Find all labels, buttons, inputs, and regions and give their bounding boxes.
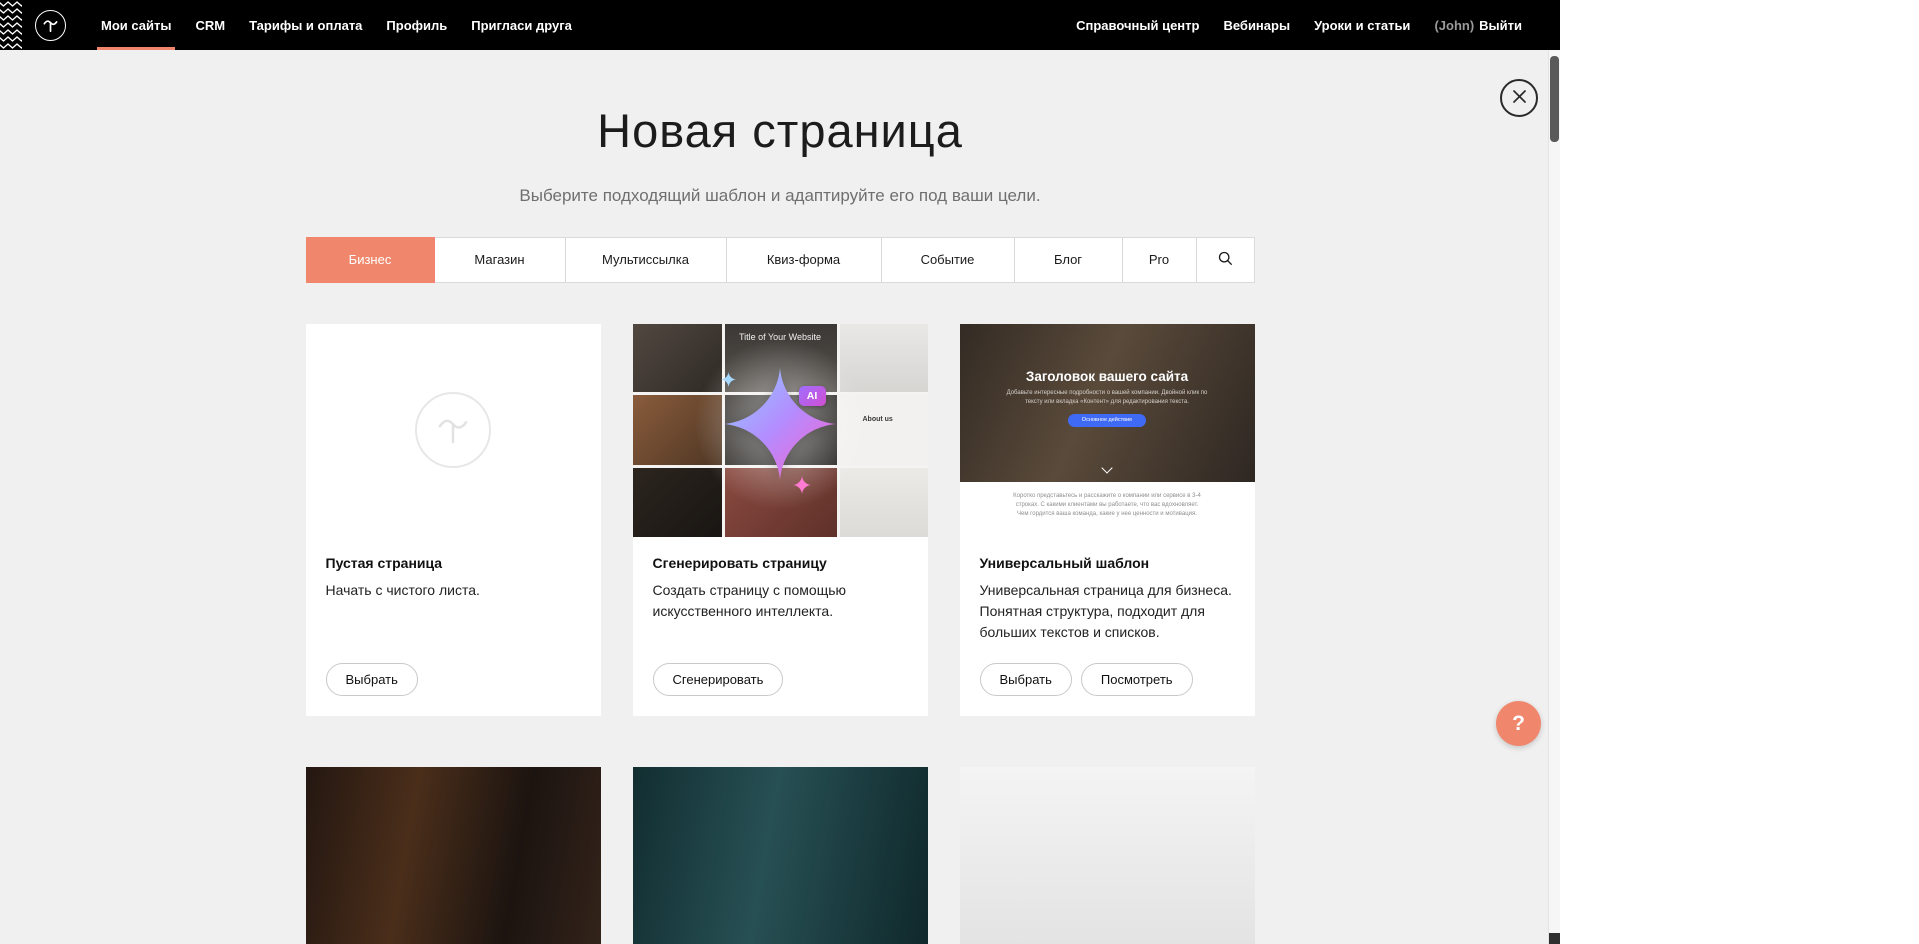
card-description: Создать страницу с помощью искусственног… <box>653 580 908 622</box>
app-viewport: Мои сайты CRM Тарифы и оплата Профиль Пр… <box>0 0 1560 944</box>
template-grid: Пустая страница Начать с чистого листа. … <box>306 324 1255 716</box>
nav-item-lessons[interactable]: Уроки и статьи <box>1314 0 1410 50</box>
page-title: Новая страница <box>0 105 1560 157</box>
template-card-partial[interactable] <box>306 767 601 944</box>
tab-pro[interactable]: Pro <box>1123 237 1197 283</box>
card-actions: Выбрать <box>326 663 581 696</box>
tab-quiz-form[interactable]: Квиз-форма <box>727 237 882 283</box>
search-icon <box>1218 251 1233 269</box>
template-card-ai: Title of Your Website About us <box>633 324 928 716</box>
scrollbar-corner <box>1549 933 1560 944</box>
nav-item-my-sites[interactable]: Мои сайты <box>101 0 171 50</box>
help-button[interactable]: ? <box>1496 701 1541 746</box>
template-hero-section: Заголовок вашего сайта Добавьте интересн… <box>960 324 1255 482</box>
template-card-universal: Заголовок вашего сайта Добавьте интересн… <box>960 324 1255 716</box>
card-title: Универсальный шаблон <box>980 555 1235 571</box>
preview-button[interactable]: Посмотреть <box>1081 663 1193 696</box>
chevron-down-icon <box>1101 462 1112 473</box>
template-hero-cta: Основное действие <box>1068 414 1146 427</box>
template-card-partial[interactable] <box>960 767 1255 944</box>
generate-button[interactable]: Сгенерировать <box>653 663 784 696</box>
tab-business[interactable]: Бизнес <box>306 237 435 283</box>
template-hero-title: Заголовок вашего сайта <box>960 324 1255 384</box>
card-body: Универсальный шаблон Универсальная стран… <box>960 537 1255 716</box>
close-icon <box>1512 89 1527 107</box>
card-title: Пустая страница <box>326 555 581 571</box>
logout-label: Выйти <box>1479 18 1522 33</box>
template-grid-row-2 <box>306 767 1255 944</box>
ai-badge: AI <box>799 386 826 406</box>
template-hero-subtext: Добавьте интересные подробности о вашей … <box>1001 389 1213 407</box>
template-category-tabs: Бизнес Магазин Мультиссылка Квиз-форма С… <box>306 237 1255 283</box>
card-body: Пустая страница Начать с чистого листа. … <box>306 537 601 716</box>
small-sparkle-icon <box>793 476 811 494</box>
nav-item-help-center[interactable]: Справочный центр <box>1076 0 1199 50</box>
choose-button[interactable]: Выбрать <box>980 663 1072 696</box>
template-card-partial[interactable] <box>633 767 928 944</box>
main-nav: Мои сайты CRM Тарифы и оплата Профиль Пр… <box>89 0 584 50</box>
scrollbar-thumb[interactable] <box>1550 56 1559 142</box>
tilda-logo[interactable] <box>35 10 66 41</box>
scrollbar[interactable] <box>1548 0 1560 944</box>
template-about-section: Коротко представьтесь и расскажите о ком… <box>960 492 1255 537</box>
choose-button[interactable]: Выбрать <box>326 663 418 696</box>
card-description: Универсальная страница для бизнеса. Поня… <box>980 580 1235 643</box>
small-sparkle-icon <box>721 372 736 387</box>
card-title: Сгенерировать страницу <box>653 555 908 571</box>
tilda-watermark-icon <box>415 392 491 468</box>
secondary-nav: Справочный центр Вебинары Уроки и статьи… <box>1064 0 1560 50</box>
blank-card-preview <box>306 324 601 537</box>
tab-shop[interactable]: Магазин <box>435 237 566 283</box>
nav-item-profile[interactable]: Профиль <box>386 0 447 50</box>
tab-event[interactable]: Событие <box>882 237 1015 283</box>
tab-multilink[interactable]: Мультиссылка <box>566 237 727 283</box>
card-body: Сгенерировать страницу Создать страницу … <box>633 537 928 716</box>
ai-card-preview: Title of Your Website About us <box>633 324 928 537</box>
close-button[interactable] <box>1500 79 1538 117</box>
card-actions: Сгенерировать <box>653 663 908 696</box>
tab-blog[interactable]: Блог <box>1015 237 1123 283</box>
card-description: Начать с чистого листа. <box>326 580 581 601</box>
template-about-text: Коротко представьтесь и расскажите о ком… <box>1013 492 1202 520</box>
zigzag-pattern <box>0 0 22 50</box>
nav-item-crm[interactable]: CRM <box>195 0 225 50</box>
nav-item-logout[interactable]: (John) Выйти <box>1434 0 1522 50</box>
nav-item-webinars[interactable]: Вебинары <box>1223 0 1290 50</box>
page-subtitle: Выберите подходящий шаблон и адаптируйте… <box>0 186 1560 206</box>
nav-item-invite-friend[interactable]: Пригласи друга <box>471 0 572 50</box>
template-card-blank: Пустая страница Начать с чистого листа. … <box>306 324 601 716</box>
new-page-dialog: Новая страница Выберите подходящий шабло… <box>0 0 1560 944</box>
tab-search[interactable] <box>1197 237 1255 283</box>
nav-item-pricing[interactable]: Тарифы и оплата <box>249 0 362 50</box>
card-actions: Выбрать Посмотреть <box>980 663 1235 696</box>
user-name: (John) <box>1434 18 1474 33</box>
ai-sparkle-icon <box>724 368 836 480</box>
universal-card-preview: Заголовок вашего сайта Добавьте интересн… <box>960 324 1255 537</box>
top-navbar: Мои сайты CRM Тарифы и оплата Профиль Пр… <box>0 0 1560 50</box>
